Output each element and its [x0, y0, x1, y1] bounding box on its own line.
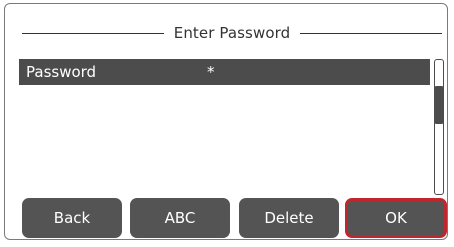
- back-button[interactable]: Back: [22, 198, 122, 238]
- delete-button[interactable]: Delete: [239, 198, 339, 238]
- dialog-title-row: Enter Password: [22, 22, 442, 44]
- password-label: Password: [26, 63, 97, 81]
- title-left-divider: [22, 32, 164, 34]
- list-item-password[interactable]: Password *: [19, 59, 430, 85]
- ok-button[interactable]: OK: [345, 198, 447, 238]
- list-scrollbar[interactable]: [434, 59, 444, 195]
- title-right-divider: [300, 32, 442, 34]
- password-masked-value: *: [207, 63, 215, 81]
- password-dialog-screen: Enter Password Password * Back ABC Delet…: [0, 0, 454, 247]
- field-list: Password *: [19, 59, 430, 195]
- scrollbar-thumb[interactable]: [435, 86, 443, 124]
- dialog-title: Enter Password: [173, 24, 291, 42]
- abc-button[interactable]: ABC: [130, 198, 230, 238]
